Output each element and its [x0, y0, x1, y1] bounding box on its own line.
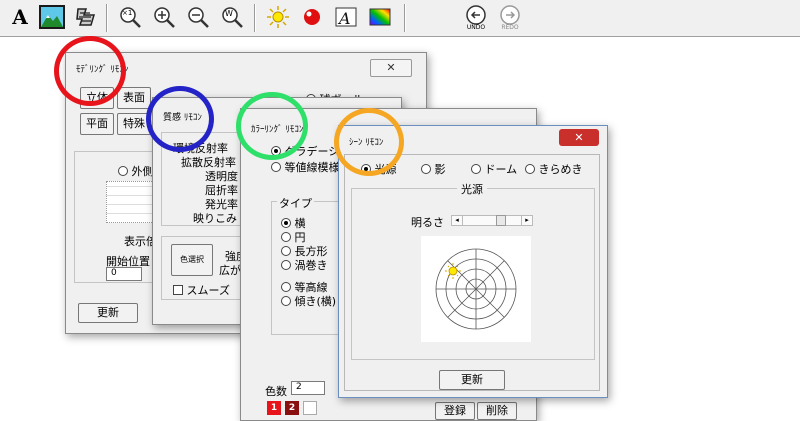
modeling-close-button[interactable]: ✕ [370, 59, 412, 77]
zoom-in-icon [154, 7, 175, 28]
landscape-image-button[interactable] [38, 3, 66, 31]
light-direction-diagram [435, 248, 517, 330]
italic-a-icon: A [335, 7, 357, 28]
tab-dome-label: ドーム [484, 163, 518, 176]
start-position-input[interactable]: 0 [106, 267, 142, 281]
scene-update-button[interactable]: 更新 [439, 370, 505, 390]
type-spiral-label: 渦巻き [294, 259, 328, 272]
type-slope-label: 傾き(横) [294, 295, 337, 308]
contour-pattern-radio[interactable]: 等値線模様 [271, 159, 340, 175]
zoom-x1-label: ×1 [122, 9, 133, 17]
color-gradient-button[interactable] [366, 3, 394, 31]
red-sphere-icon [304, 9, 320, 25]
blue-highlight-circle [146, 86, 214, 152]
color-swatch-1[interactable]: 1 [267, 401, 281, 415]
color-select-button[interactable]: 色選択 [171, 244, 213, 276]
light-direction-panel[interactable] [421, 236, 531, 342]
zoom-out-button[interactable] [184, 3, 212, 31]
sun-icon [267, 6, 289, 28]
undo-arrow-icon [466, 5, 486, 25]
zoom-in-button[interactable] [150, 3, 178, 31]
tab-shadow-label: 影 [434, 163, 446, 176]
zoom-out-icon [188, 7, 209, 28]
redo-arrow-icon [500, 5, 520, 25]
texture-button[interactable] [72, 3, 100, 31]
slider-left-arrow-icon[interactable]: ◂ [452, 216, 463, 225]
redo-label: REDO [501, 24, 519, 31]
plane-mode-button[interactable]: 平面 [80, 113, 114, 135]
slider-right-arrow-icon[interactable]: ▸ [521, 216, 532, 225]
tab-shadow-radio[interactable]: 影 [421, 161, 446, 177]
smooth-label: スムーズ [186, 284, 230, 297]
brightness-label: 明るさ [411, 216, 444, 229]
type-slope-radio[interactable]: 傾き(横) [281, 293, 336, 309]
delete-button[interactable]: 削除 [477, 402, 517, 420]
scene-close-button[interactable]: ✕ [559, 129, 599, 146]
color-swatch-empty[interactable] [303, 401, 317, 415]
red-highlight-circle [54, 36, 126, 106]
reflection-label: 映りこみ [193, 212, 237, 225]
texture-icon [76, 8, 96, 26]
color-swatch-2[interactable]: 2 [285, 401, 299, 415]
zoom-w-label: W [225, 9, 233, 18]
color-count-input[interactable]: 2 [291, 381, 325, 395]
modeling-update-button[interactable]: 更新 [78, 303, 138, 323]
tab-glitter-radio[interactable]: きらめき [525, 161, 583, 177]
slider-thumb[interactable] [496, 215, 506, 226]
svg-text:A: A [337, 9, 351, 28]
sphere-button[interactable] [298, 3, 326, 31]
type-group-label: タイプ [277, 195, 314, 211]
green-highlight-circle [236, 92, 308, 160]
landscape-icon [39, 5, 65, 29]
outer-radio[interactable]: 外側 [118, 163, 154, 179]
orange-highlight-circle [334, 108, 404, 176]
text-tool-button[interactable]: A [6, 3, 34, 31]
register-button[interactable]: 登録 [435, 402, 475, 420]
smooth-checkbox[interactable]: スムーズ [173, 282, 230, 298]
rainbow-gradient-icon [369, 8, 391, 26]
zoom-x1-button[interactable] [116, 3, 144, 31]
outer-label: 外側 [131, 165, 154, 178]
type-spiral-radio[interactable]: 渦巻き [281, 257, 328, 273]
modeling-preview-grid [106, 181, 158, 223]
toolbar: A ×1 W A UNDO REDO [0, 0, 800, 37]
surface-mode-button[interactable]: 表面 [117, 87, 151, 109]
tab-dome-radio[interactable]: ドーム [471, 161, 517, 177]
light-group-title: 光源 [457, 181, 487, 197]
font-style-button[interactable]: A [332, 3, 360, 31]
tab-glitter-label: きらめき [538, 163, 583, 176]
brightness-slider[interactable]: ◂ ▸ [451, 215, 533, 226]
light-sun-icon [445, 263, 461, 279]
color-count-label: 色数 [265, 385, 287, 398]
light-button[interactable] [264, 3, 292, 31]
contour-pattern-label: 等値線模様 [284, 161, 340, 174]
